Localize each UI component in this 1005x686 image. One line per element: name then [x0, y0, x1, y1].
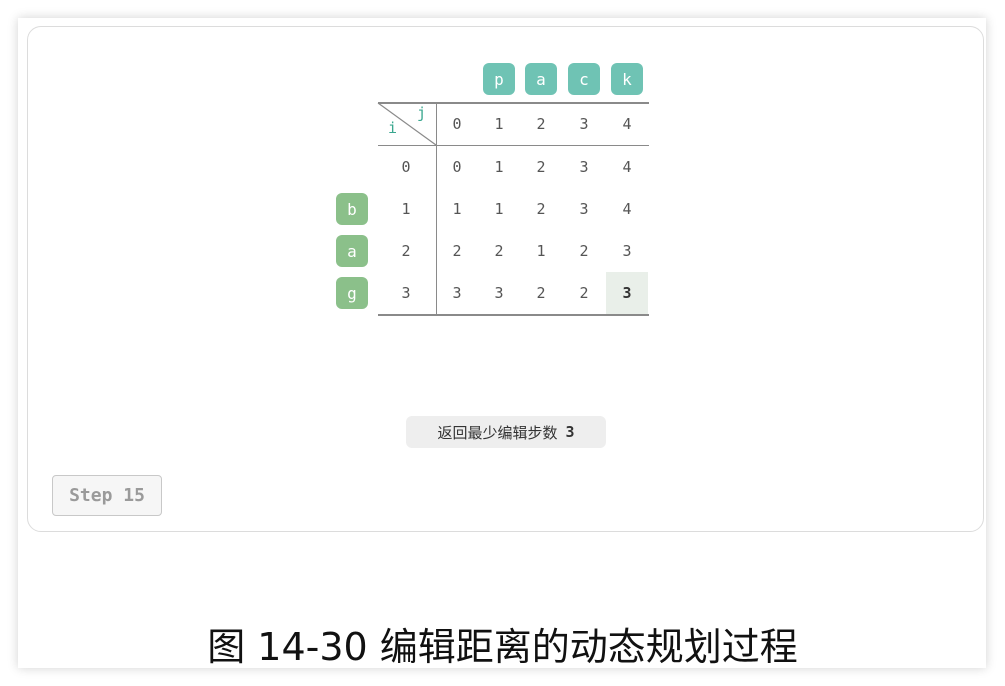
- dp-cell: 2: [536, 158, 546, 176]
- result-value: 3: [565, 423, 575, 441]
- result-badge: 返回最少编辑步数 3: [406, 416, 606, 448]
- step-button[interactable]: Step 15: [52, 475, 162, 516]
- source-char-chip: b: [336, 193, 368, 225]
- dp-cell: 2: [494, 242, 504, 260]
- corner-diagonal: [377, 102, 437, 146]
- col-index: 3: [579, 115, 589, 133]
- result-label: 返回最少编辑步数: [437, 423, 558, 442]
- dp-cell-result: 3: [606, 272, 648, 314]
- dp-cell: 3: [452, 284, 462, 302]
- dp-cell: 2: [579, 284, 589, 302]
- dp-cell: 2: [536, 200, 546, 218]
- dp-cell: 1: [536, 242, 546, 260]
- source-char-chip: g: [336, 277, 368, 309]
- dp-cell: 1: [494, 158, 504, 176]
- dp-cell: 2: [536, 284, 546, 302]
- col-index: 4: [622, 115, 632, 133]
- dp-cell: 3: [579, 158, 589, 176]
- dp-cell: 3: [579, 200, 589, 218]
- figure-caption: 图 14-30 编辑距离的动态规划过程: [207, 625, 798, 669]
- col-index: 1: [494, 115, 504, 133]
- dp-cell: 2: [452, 242, 462, 260]
- target-char-chip: k: [611, 63, 643, 95]
- row-index: 3: [401, 284, 411, 302]
- dp-cell: 3: [494, 284, 504, 302]
- row-index: 0: [401, 158, 411, 176]
- target-char-chip: p: [483, 63, 515, 95]
- source-char-chip: a: [336, 235, 368, 267]
- target-char-chip: a: [525, 63, 557, 95]
- dp-cell: 0: [452, 158, 462, 176]
- row-index: 2: [401, 242, 411, 260]
- dp-cell: 4: [622, 200, 632, 218]
- row-index: 1: [401, 200, 411, 218]
- target-char-chip: c: [568, 63, 600, 95]
- col-index: 0: [452, 115, 462, 133]
- dp-cell: 4: [622, 158, 632, 176]
- dp-cell: 2: [579, 242, 589, 260]
- dp-cell: 3: [622, 242, 632, 260]
- col-index: 2: [536, 115, 546, 133]
- table-bottom-rule: [378, 314, 649, 316]
- dp-cell: 1: [494, 200, 504, 218]
- dp-cell: 1: [452, 200, 462, 218]
